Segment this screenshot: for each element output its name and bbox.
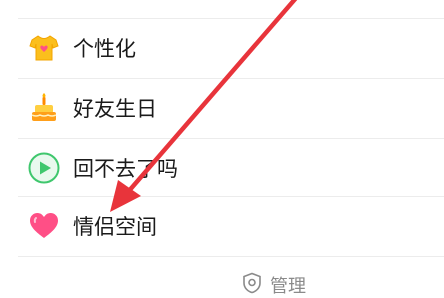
menu-item-cant-go-back[interactable]: 回不去了吗 xyxy=(0,138,444,198)
divider xyxy=(18,256,444,257)
tshirt-icon xyxy=(27,31,61,65)
heart-icon xyxy=(27,209,61,243)
menu-item-top-partial[interactable] xyxy=(0,0,444,18)
menu-item-couple-space[interactable]: 情侣空间 xyxy=(0,196,444,256)
menu-item-personalization[interactable]: 个性化 xyxy=(0,18,444,78)
menu-item-label: 个性化 xyxy=(73,37,136,61)
menu-item-icon xyxy=(27,0,61,5)
play-icon xyxy=(27,151,61,185)
manage-button[interactable]: 管理 xyxy=(0,270,444,297)
shield-icon xyxy=(241,272,263,294)
menu-item-label: 回不去了吗 xyxy=(73,157,178,181)
birthday-cake-icon xyxy=(27,91,61,125)
menu-item-friend-birthday[interactable]: 好友生日 xyxy=(0,78,444,138)
menu-item-label: 好友生日 xyxy=(73,97,157,121)
menu-item-label: 情侣空间 xyxy=(73,215,157,239)
manage-label: 管理 xyxy=(270,276,306,297)
